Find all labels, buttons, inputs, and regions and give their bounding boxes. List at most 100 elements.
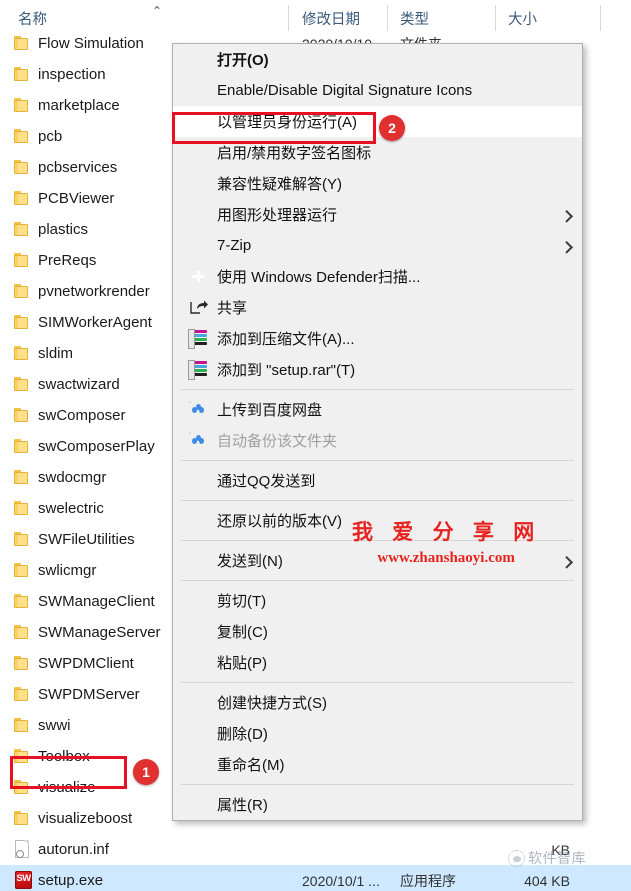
folder-icon bbox=[14, 221, 33, 238]
folder-icon bbox=[14, 314, 33, 331]
menu-item-label: 兼容性疑难解答(Y) bbox=[217, 176, 342, 193]
step-badge-2: 2 bbox=[379, 115, 405, 141]
menu-item-label: 启用/禁用数字签名图标 bbox=[217, 145, 372, 162]
folder-icon bbox=[14, 345, 33, 362]
inf-file-icon bbox=[14, 840, 30, 859]
explorer-window: 名称修改日期类型大小 ⌃ Flow Simulation2020/10/10..… bbox=[0, 0, 631, 891]
file-name: SIMWorkerAgent bbox=[38, 314, 152, 331]
folder-icon bbox=[14, 717, 33, 734]
file-row[interactable]: autorun.inf KB bbox=[0, 834, 631, 865]
menu-item[interactable]: 兼容性疑难解答(Y) bbox=[173, 168, 582, 199]
menu-item[interactable]: 创建快捷方式(S) bbox=[173, 687, 582, 718]
file-name: plastics bbox=[38, 221, 89, 238]
folder-icon bbox=[14, 779, 33, 796]
file-name: Flow Simulation bbox=[38, 35, 144, 52]
menu-item[interactable]: 属性(R) bbox=[173, 789, 582, 820]
menu-item[interactable]: 添加到 "setup.rar"(T) bbox=[173, 354, 582, 385]
share-icon bbox=[189, 299, 208, 317]
file-name: marketplace bbox=[38, 97, 120, 114]
file-name: SWManageServer bbox=[38, 624, 161, 641]
menu-separator bbox=[181, 580, 574, 581]
menu-item[interactable]: 重命名(M) bbox=[173, 749, 582, 780]
menu-item[interactable]: 共享 bbox=[173, 292, 582, 323]
folder-icon bbox=[14, 97, 33, 114]
folder-icon bbox=[14, 655, 33, 672]
uac-shield-icon bbox=[189, 113, 207, 131]
file-name: pvnetworkrender bbox=[38, 283, 150, 300]
menu-item-label: 以管理员身份运行(A) bbox=[217, 114, 357, 131]
file-name: swComposerPlay bbox=[38, 438, 155, 455]
folder-icon bbox=[14, 810, 33, 827]
folder-icon bbox=[14, 407, 33, 424]
file-name: swdocmgr bbox=[38, 469, 107, 486]
menu-item-label: 重命名(M) bbox=[217, 757, 285, 774]
menu-separator bbox=[181, 784, 574, 785]
file-name: PCBViewer bbox=[38, 190, 115, 207]
folder-icon bbox=[14, 66, 33, 83]
folder-icon bbox=[14, 500, 33, 517]
file-type: 应用程序 bbox=[400, 872, 456, 889]
menu-item-label: 共享 bbox=[217, 300, 248, 317]
folder-icon bbox=[14, 469, 33, 486]
menu-item-label: 删除(D) bbox=[217, 726, 268, 743]
menu-item-label: 添加到 "setup.rar"(T) bbox=[217, 362, 356, 379]
menu-item[interactable]: 7-Zip bbox=[173, 230, 582, 261]
menu-item[interactable]: 粘贴(P) bbox=[173, 647, 582, 678]
folder-icon bbox=[14, 190, 33, 207]
winrar-icon bbox=[189, 360, 207, 379]
menu-item[interactable]: 用图形处理器运行 bbox=[173, 199, 582, 230]
folder-icon bbox=[14, 748, 33, 765]
file-name: pcb bbox=[38, 128, 63, 145]
menu-item-label: 自动备份该文件夹 bbox=[217, 433, 338, 450]
file-size: KB bbox=[551, 841, 570, 858]
menu-item[interactable]: 上传到百度网盘 bbox=[173, 394, 582, 425]
menu-item[interactable]: 以管理员身份运行(A) bbox=[173, 106, 582, 137]
chevron-right-icon bbox=[560, 240, 574, 254]
menu-item[interactable]: 使用 Windows Defender扫描... bbox=[173, 261, 582, 292]
menu-separator bbox=[181, 460, 574, 461]
menu-item[interactable]: 启用/禁用数字签名图标 bbox=[173, 137, 582, 168]
context-menu[interactable]: 打开(O) Enable/Disable Digital Signature Ic… bbox=[172, 43, 583, 821]
menu-item-label: 发送到(N) bbox=[217, 553, 283, 570]
chevron-right-icon bbox=[560, 209, 574, 223]
baidu-netdisk-icon bbox=[189, 400, 207, 419]
solidworks-icon: SW bbox=[14, 870, 34, 891]
menu-item-label: 还原以前的版本(V) bbox=[217, 513, 342, 530]
folder-icon bbox=[14, 159, 33, 176]
folder-icon bbox=[14, 593, 33, 610]
file-name: visualizeboost bbox=[38, 810, 133, 827]
menu-item[interactable]: Enable/Disable Digital Signature Icons bbox=[173, 75, 582, 106]
file-name: swlicmgr bbox=[38, 562, 97, 579]
file-row[interactable]: SW setup.exe 2020/10/1 ... 应用程序 404 KB bbox=[0, 865, 631, 891]
folder-icon bbox=[14, 35, 33, 52]
folder-icon bbox=[14, 438, 33, 455]
folder-icon bbox=[14, 376, 33, 393]
menu-item-label: 属性(R) bbox=[217, 797, 268, 814]
windows-defender-icon bbox=[189, 268, 207, 286]
menu-item-label: 粘贴(P) bbox=[217, 655, 267, 672]
file-name: setup.exe bbox=[38, 872, 104, 889]
menu-item[interactable]: 发送到(N) bbox=[173, 545, 582, 576]
folder-icon bbox=[14, 128, 33, 145]
file-name: swComposer bbox=[38, 407, 126, 424]
menu-item-label: 复制(C) bbox=[217, 624, 268, 641]
file-name: SWPDMClient bbox=[38, 655, 134, 672]
file-name: SWManageClient bbox=[38, 593, 155, 610]
menu-item-label: Enable/Disable Digital Signature Icons bbox=[217, 82, 473, 99]
file-name: pcbservices bbox=[38, 159, 118, 176]
menu-item[interactable]: 通过QQ发送到 bbox=[173, 465, 582, 496]
menu-item[interactable]: 复制(C) bbox=[173, 616, 582, 647]
menu-item[interactable]: 删除(D) bbox=[173, 718, 582, 749]
menu-separator bbox=[181, 682, 574, 683]
file-name: visualize bbox=[38, 779, 96, 796]
file-name: swwi bbox=[38, 717, 71, 734]
menu-item: 自动备份该文件夹 bbox=[173, 425, 582, 456]
menu-item[interactable]: 剪切(T) bbox=[173, 585, 582, 616]
menu-item[interactable]: 打开(O) bbox=[173, 44, 582, 75]
menu-item-label: 使用 Windows Defender扫描... bbox=[217, 269, 421, 286]
chevron-right-icon bbox=[560, 555, 574, 569]
folder-icon bbox=[14, 283, 33, 300]
menu-item-label: 用图形处理器运行 bbox=[217, 207, 338, 224]
menu-item[interactable]: 添加到压缩文件(A)... bbox=[173, 323, 582, 354]
menu-item[interactable]: 还原以前的版本(V) bbox=[173, 505, 582, 536]
